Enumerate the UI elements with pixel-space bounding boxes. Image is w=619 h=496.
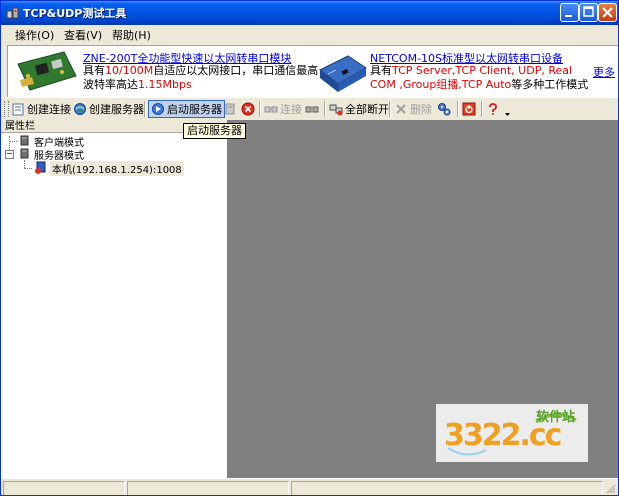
stop-server-icon	[225, 103, 235, 115]
watermark-brand: 3322.cc	[444, 418, 562, 453]
toolbar-grip[interactable]	[4, 101, 9, 117]
connect-label: 连接	[280, 103, 302, 116]
status-cell-2	[127, 481, 289, 495]
app-icon	[6, 7, 19, 19]
more-link[interactable]: 更多	[593, 64, 615, 80]
workspace-area: 软件站 3322.cc	[228, 120, 618, 478]
local-server-icon	[35, 161, 46, 174]
start-server-button[interactable]: 启动服务器	[148, 100, 225, 118]
create-connection-label: 创建连接	[27, 103, 71, 116]
product1-desc-line2: 波特率高达1.15Mbps	[83, 78, 192, 92]
product2-highlight-b: COM ,Group组播,TCP Auto	[370, 78, 512, 91]
stop-icon	[241, 102, 255, 116]
settings-button[interactable]	[437, 100, 453, 118]
maximize-button[interactable]	[579, 3, 598, 22]
product1-text-a: 具有	[83, 64, 105, 77]
power-icon	[462, 102, 476, 116]
status-bar	[1, 478, 618, 495]
property-pane: 属性栏 客户端模式 − 服务器模式 本机(192.168.1.254):1008	[1, 120, 228, 478]
create-server-label: 创建服务器	[89, 103, 144, 116]
close-button[interactable]	[598, 3, 617, 22]
product1-text-c: 波特率高达	[83, 78, 138, 91]
exit-button[interactable]	[462, 100, 478, 118]
product1-text-b: 自适应以太网接口，串口通信最高	[153, 64, 319, 77]
disconnect-button[interactable]	[305, 100, 321, 118]
disconnect-all-label: 全部断开	[345, 103, 389, 116]
chevron-down-icon	[505, 113, 510, 116]
client-mode-icon	[20, 135, 29, 146]
menu-operate[interactable]: 操作(O)	[15, 27, 54, 43]
toolbar-separator	[259, 101, 261, 117]
netcom-device-image[interactable]	[314, 48, 370, 96]
toolbar-separator	[144, 101, 146, 117]
disconnect-all-button[interactable]: 全部断开	[329, 100, 389, 118]
tree-item-local-server[interactable]: 本机(192.168.1.254):1008	[50, 161, 184, 176]
maximize-icon	[583, 6, 594, 17]
toolbar-separator	[324, 101, 326, 117]
watermark-logo: 软件站 3322.cc	[436, 404, 588, 462]
menu-help[interactable]: 帮助(H)	[112, 27, 151, 43]
disconnect-icon	[305, 106, 319, 113]
menu-view[interactable]: 查看(V)	[64, 27, 102, 43]
stop-button[interactable]	[241, 100, 257, 118]
zne-module-image[interactable]	[14, 50, 78, 94]
delete-button[interactable]: 删除	[394, 100, 432, 118]
toolbar: 创建连接 创建服务器 启动服务器 连接 全部断开 删除	[1, 97, 618, 120]
toolbar-separator	[481, 101, 483, 117]
start-server-icon	[152, 103, 164, 115]
tree-connector	[24, 160, 25, 168]
main-window: TCP&UDP测试工具 操作(O) 查看(V) 帮助(H) ZNE-200T全功…	[0, 0, 619, 496]
create-connection-icon	[12, 103, 24, 116]
create-server-icon	[74, 103, 86, 115]
product2-desc-line2: COM ,Group组播,TCP Auto等多种工作模式	[370, 78, 588, 92]
resize-grip-icon[interactable]	[605, 483, 616, 494]
toolbar-separator	[389, 101, 391, 117]
product1-highlight-a: 10/100M	[105, 64, 154, 77]
server-mode-icon	[20, 148, 29, 159]
product1-highlight-b: 1.15Mbps	[138, 78, 192, 91]
disconnect-all-icon	[329, 104, 343, 116]
delete-label: 删除	[410, 103, 432, 116]
product2-text-a: 具有	[370, 64, 392, 77]
status-cell-1	[3, 481, 125, 495]
connect-icon	[264, 106, 278, 113]
connect-button[interactable]: 连接	[264, 100, 302, 118]
stop-server-button[interactable]	[223, 100, 239, 118]
ad-banner: ZNE-200T全功能型快速以太网转串口模块 具有10/100M自适应以太网接口…	[7, 45, 618, 99]
start-server-label: 启动服务器	[167, 103, 222, 116]
close-icon	[602, 7, 613, 18]
tree-expander-server-mode[interactable]: −	[5, 150, 14, 159]
minimize-button[interactable]	[560, 3, 579, 22]
create-connection-button[interactable]: 创建连接	[11, 100, 71, 118]
tree-item-server-mode[interactable]: 服务器模式	[34, 147, 84, 162]
product2-text-b: 等多种工作模式	[511, 78, 589, 91]
product2-desc-line1: 具有TCP Server,TCP Client, UDP, Real	[370, 64, 572, 78]
toolbar-separator	[457, 101, 459, 117]
product1-desc-line1: 具有10/100M自适应以太网接口，串口通信最高	[83, 64, 318, 78]
tree-connector	[9, 141, 17, 142]
create-server-button[interactable]: 创建服务器	[73, 100, 144, 118]
help-icon	[489, 103, 497, 115]
delete-icon	[396, 104, 406, 114]
tree-connector	[24, 168, 32, 169]
menu-bar: 操作(O) 查看(V) 帮助(H)	[1, 25, 618, 43]
tooltip: 启动服务器	[183, 123, 246, 139]
window-title: TCP&UDP测试工具	[23, 7, 127, 20]
product2-highlight-a: TCP Server,TCP Client, UDP, Real	[392, 64, 573, 77]
gears-icon	[438, 103, 451, 116]
title-bar[interactable]: TCP&UDP测试工具	[1, 1, 618, 25]
help-button[interactable]	[486, 100, 502, 118]
minimize-icon	[565, 15, 572, 17]
status-cell-3	[291, 481, 603, 495]
